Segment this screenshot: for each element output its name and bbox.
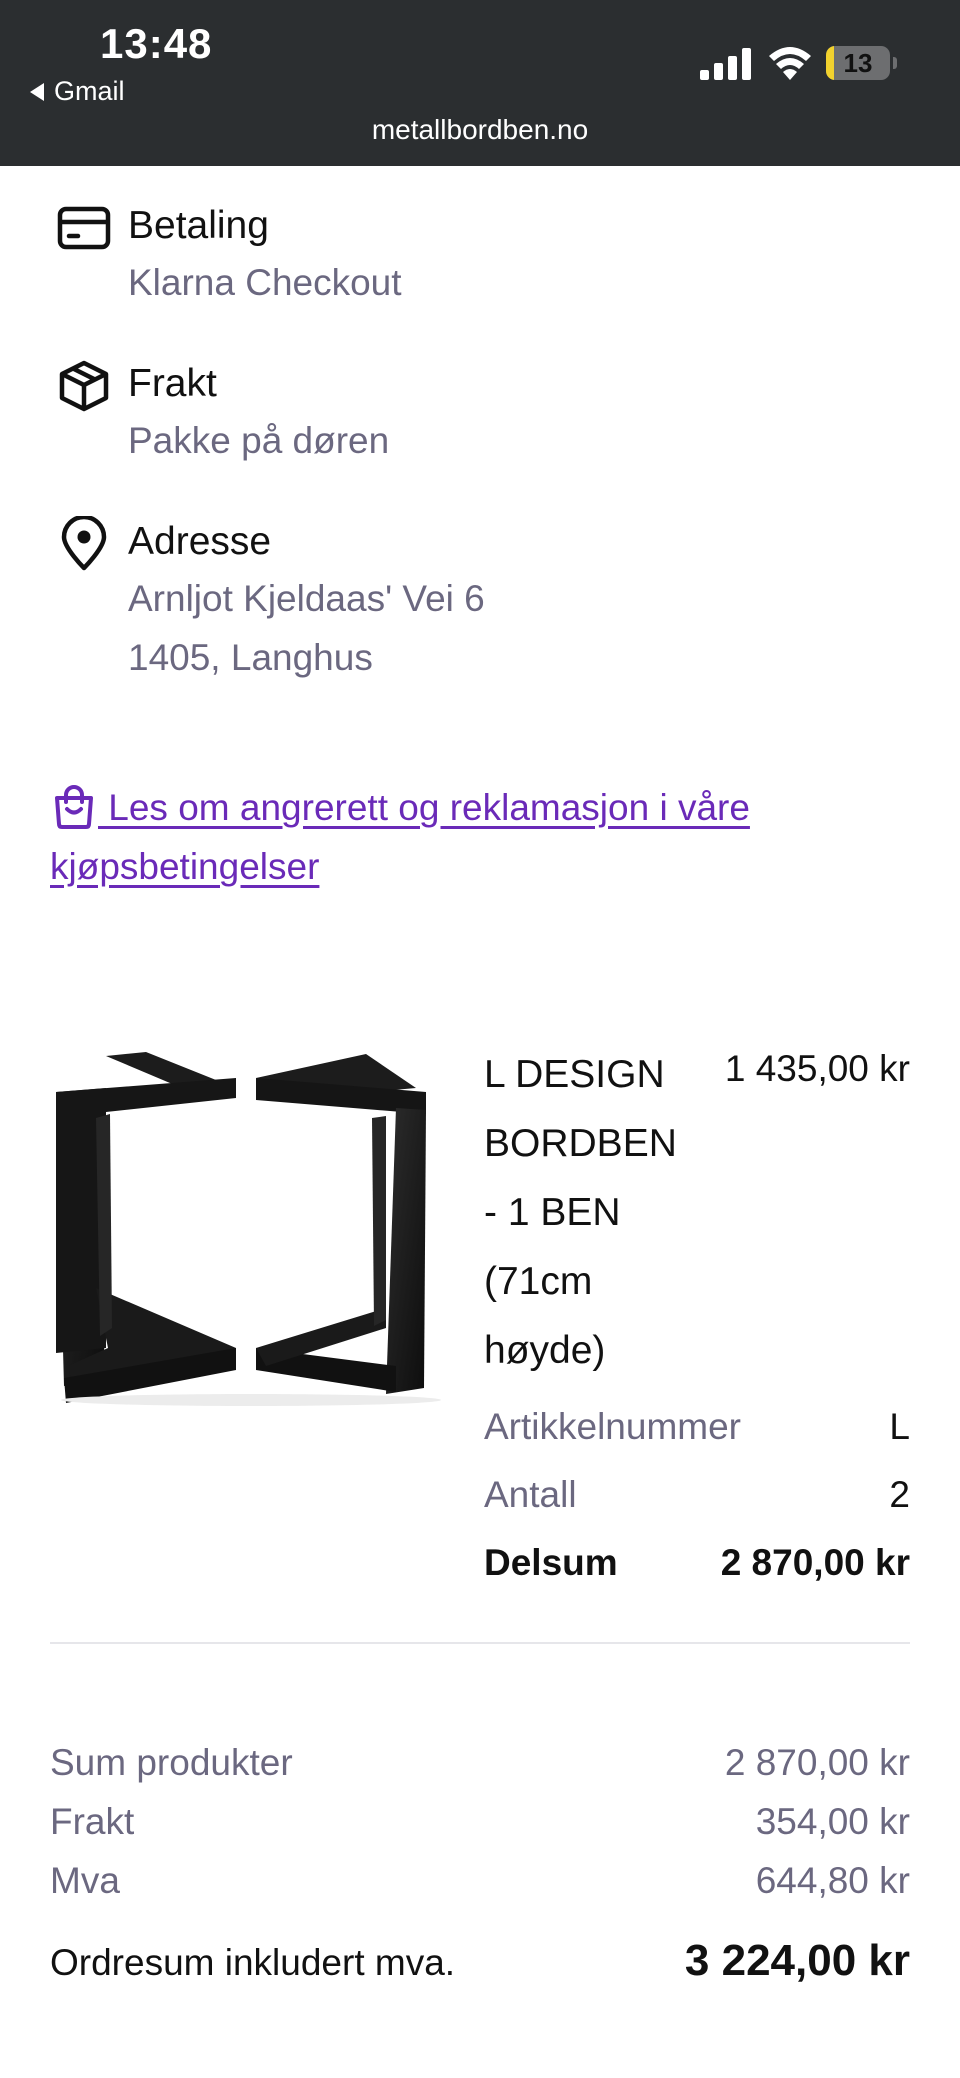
sku-label: Artikkelnummer: [484, 1406, 741, 1447]
order-total-label: Ordresum inkludert mva.: [50, 1942, 456, 1983]
shipping-method: Pakke på døren: [128, 420, 390, 461]
product-unit-price: 1 435,00 kr: [724, 1048, 910, 1089]
browser-status-bar: 13:48 Gmail 13 metallbordben.no: [0, 0, 960, 166]
product-name-line: høyde): [484, 1329, 606, 1372]
battery-indicator: 13: [826, 46, 890, 80]
vat-value: 644,80 kr: [755, 1860, 910, 1901]
product-name-line: - 1 BEN: [484, 1191, 621, 1234]
terms-link-block: Les om angrerett og reklamasjon i våre k…: [50, 778, 910, 896]
shopping-bag-icon: [55, 785, 93, 829]
shipping-cost-value: 354,00 kr: [755, 1801, 910, 1842]
vat-label: Mva: [50, 1860, 120, 1901]
order-total-value: 3 224,00 kr: [684, 1936, 910, 1985]
sku-row: Artikkelnummer L: [484, 1406, 910, 1448]
product-name-line: BORDBEN: [484, 1122, 677, 1165]
payment-method: Klarna Checkout: [128, 262, 402, 303]
back-arrow-icon: [30, 82, 44, 101]
product-image: [56, 1052, 441, 1406]
wifi-icon: [769, 47, 811, 80]
status-time: 13:48: [100, 20, 213, 67]
back-to-gmail-button[interactable]: Gmail: [30, 76, 125, 107]
package-icon: [59, 360, 109, 412]
subtotal-value: 2 870,00 kr: [720, 1542, 910, 1583]
terms-link[interactable]: Les om angrerett og reklamasjon i våre k…: [50, 787, 750, 887]
vat-row: Mva 644,80 kr: [50, 1860, 910, 1902]
battery-level: 13: [843, 48, 873, 78]
url-bar[interactable]: metallbordben.no: [0, 114, 960, 146]
address-line-1: Arnljot Kjeldaas' Vei 6: [128, 578, 485, 619]
battery-tip: [893, 57, 897, 69]
divider: [50, 1642, 910, 1644]
sum-products-row: Sum produkter 2 870,00 kr: [50, 1742, 910, 1784]
subtotal-label: Delsum: [484, 1542, 618, 1583]
address-line-2: 1405, Langhus: [128, 637, 373, 678]
shipping-cost-row: Frakt 354,00 kr: [50, 1801, 910, 1843]
subtotal-row: Delsum 2 870,00 kr: [484, 1542, 910, 1584]
back-label: Gmail: [54, 76, 125, 106]
quantity-label: Antall: [484, 1474, 577, 1515]
sum-products-label: Sum produkter: [50, 1742, 293, 1783]
cellular-signal-icon: [700, 48, 751, 80]
payment-title: Betaling: [128, 204, 269, 247]
order-total-row: Ordresum inkludert mva. 3 224,00 kr: [50, 1936, 910, 1986]
product-name-line: L DESIGN: [484, 1053, 665, 1096]
credit-card-icon: [57, 206, 111, 250]
sku-value: L: [889, 1406, 910, 1447]
product-name: L DESIGN BORDBEN - 1 BEN (71cm høyde): [484, 1040, 694, 1385]
quantity-row: Antall 2: [484, 1474, 910, 1516]
shipping-cost-label: Frakt: [50, 1801, 135, 1842]
quantity-value: 2: [889, 1474, 910, 1515]
shipping-title: Frakt: [128, 362, 217, 405]
sum-products-value: 2 870,00 kr: [724, 1742, 910, 1783]
map-pin-icon: [61, 516, 107, 571]
address-title: Adresse: [128, 520, 272, 563]
product-name-line: (71cm: [484, 1260, 593, 1303]
